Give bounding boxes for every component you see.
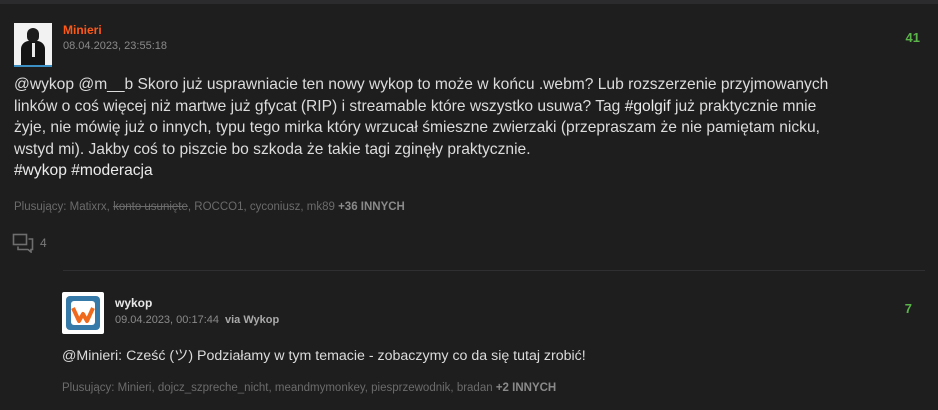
vote-count[interactable]: 41 — [906, 30, 920, 45]
voters-users[interactable]: Minieri, dojcz_szpreche_nicht, meandmymo… — [118, 382, 493, 394]
tag-link[interactable]: #golgif — [625, 98, 671, 115]
post-date: 08.04.2023, 23:55:18 — [63, 40, 167, 52]
content-line: już praktycznie mnie — [670, 97, 817, 115]
speech-bubbles-icon — [12, 233, 34, 253]
content-line: żyje, nie mówię już o innych, typu tego … — [14, 119, 820, 136]
content-line: linków o coś więcej niż martwe już gfyca… — [14, 97, 621, 115]
reply-voters-list: Plusujący: Minieri, dojcz_szpreche_nicht… — [62, 382, 556, 394]
reply-date-text: 09.04.2023, 00:17:44 — [115, 314, 219, 326]
author-name[interactable]: Minieri — [63, 23, 102, 37]
reply-content: @Minieri: Cześć (ツ) Podziałamy w tym tem… — [62, 348, 586, 364]
comment-divider — [63, 270, 925, 271]
reply-vote-count[interactable]: 7 — [905, 301, 912, 316]
voters-users[interactable]: Matixrx, — [70, 201, 110, 213]
comments-toggle[interactable]: 4 — [12, 233, 47, 253]
voters-users[interactable]: , ROCCO1, cyconiusz, mk89 — [188, 201, 335, 213]
voter-deleted: konto usunięte — [113, 201, 188, 213]
reply-date: 09.04.2023, 00:17:44 via Wykop — [115, 314, 279, 326]
reply-via: via Wykop — [224, 314, 280, 326]
content-line: wstyd mi). Jakby coś to piszcie bo szkod… — [14, 140, 531, 158]
voters-label: Plusujący: — [62, 382, 115, 394]
reply-author-name[interactable]: wykop — [115, 296, 152, 310]
voters-label: Plusujący: — [14, 201, 67, 213]
avatar[interactable] — [14, 23, 52, 67]
voters-more-link[interactable]: +36 INNYCH — [338, 201, 405, 213]
comments-count: 4 — [40, 236, 47, 250]
content-line: @wykop @m__b Skoro już usprawniacie ten … — [14, 76, 829, 93]
entry-content: @wykop @m__b Skoro już usprawniacie ten … — [14, 74, 919, 182]
voters-list: Plusujący: Matixrx, konto usunięte, ROCC… — [14, 201, 405, 213]
tag-links[interactable]: #wykop #moderacja — [14, 162, 153, 179]
voters-more-link[interactable]: +2 INNYCH — [496, 382, 556, 394]
wykop-logo-icon[interactable] — [62, 292, 104, 334]
